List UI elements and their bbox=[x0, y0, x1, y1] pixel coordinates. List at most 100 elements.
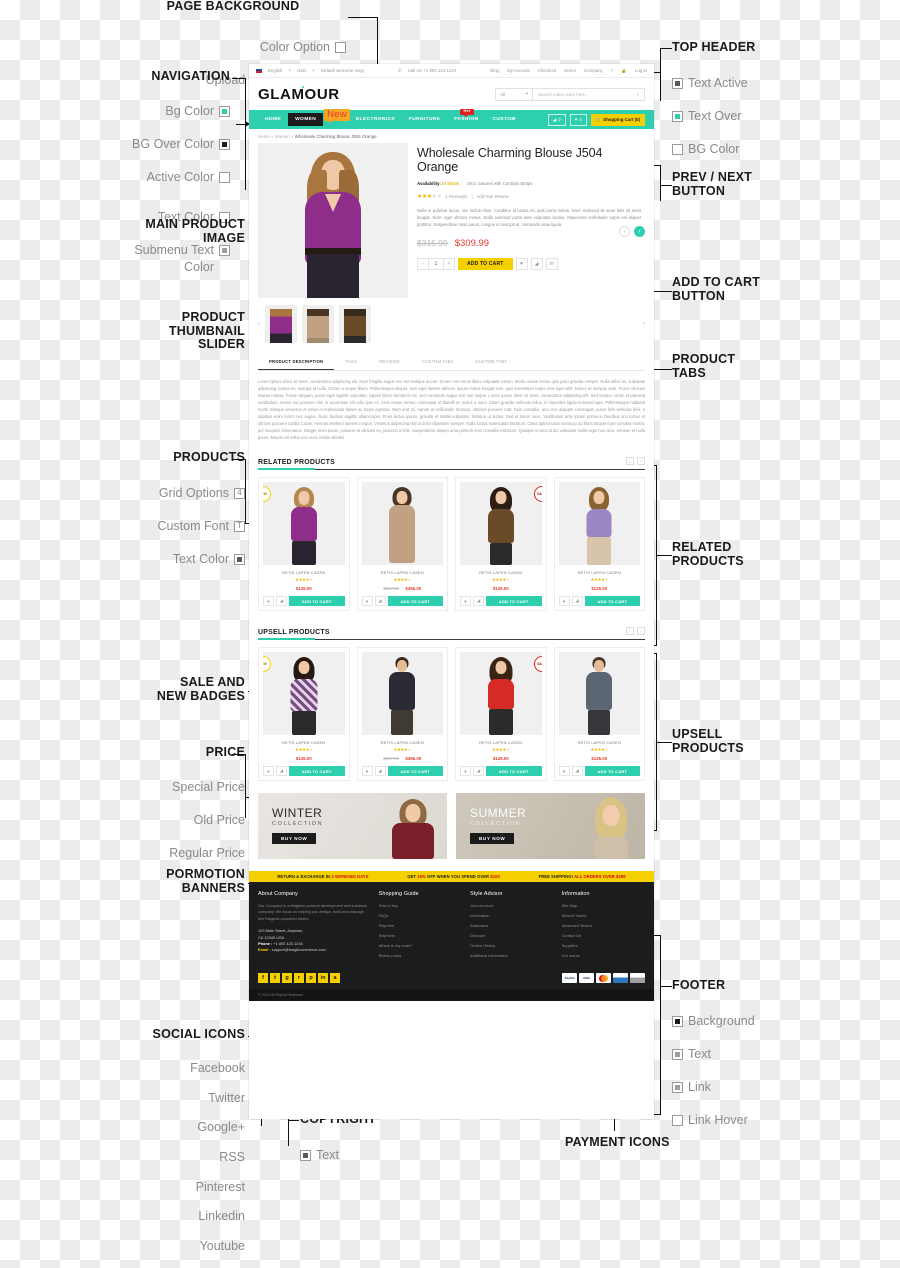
product-card[interactable]: SALE RETIS LAPEN CASEN ★★★★★ $125.00 ♥ ◢… bbox=[455, 647, 547, 781]
footer-link[interactable]: Return policy bbox=[379, 953, 462, 958]
product-card-name[interactable]: RETIS LAPEN CASEN bbox=[362, 740, 444, 745]
thumb-prev-icon[interactable]: ‹ bbox=[258, 321, 260, 327]
tab-custom-tab2[interactable]: CUSTOM TAB2 bbox=[464, 354, 518, 370]
product-card[interactable]: RETIS LAPEN CASEN ★★★★★ $125.00 ♥ ◢ ADD … bbox=[553, 647, 645, 781]
wishlist-icon[interactable]: ♥ bbox=[515, 257, 528, 270]
add-to-cart-button[interactable]: ADD TO CART bbox=[289, 596, 345, 606]
add-review-link[interactable]: Add Your Review bbox=[477, 194, 509, 199]
wishlist-icon[interactable]: ♥ bbox=[361, 596, 373, 606]
product-card[interactable]: NEW RETIS LAPEN CASEN ★★★★★ $125.00 ♥ ◢ … bbox=[258, 477, 350, 611]
related-next-button[interactable]: › bbox=[637, 457, 645, 465]
product-card[interactable]: SALE RETIS LAPEN CASEN ★★★★★ $125.00 ♥ ◢… bbox=[455, 477, 547, 611]
product-thumbnail[interactable] bbox=[265, 305, 297, 343]
qty-decrease-icon[interactable]: − bbox=[418, 261, 428, 267]
wishlist-icon[interactable]: ♥ bbox=[460, 766, 471, 776]
product-card-name[interactable]: RETIS LAPEN CASEN bbox=[362, 570, 444, 575]
wishlist-icon[interactable]: ♥ bbox=[263, 766, 274, 776]
color-swatch-icon[interactable] bbox=[234, 553, 245, 565]
top-link-company[interactable]: Company bbox=[584, 68, 603, 73]
nav-item-furniture[interactable]: FURNITURE bbox=[402, 117, 447, 122]
qty-value[interactable]: 1 bbox=[428, 258, 444, 269]
thumb-next-icon[interactable]: › bbox=[643, 321, 645, 327]
add-to-cart-button[interactable]: ADD TO CART bbox=[458, 257, 513, 270]
nav-item-electronics[interactable]: ELECTRONICS bbox=[349, 117, 402, 122]
footer-link[interactable]: Payment bbox=[379, 923, 462, 928]
footer-link[interactable]: FAQs bbox=[379, 913, 462, 918]
add-to-cart-button[interactable]: ADD TO CART bbox=[486, 766, 542, 776]
product-card[interactable]: RETIS LAPEN CASEN ★★★★★ $567.00 $456.00 … bbox=[356, 477, 448, 611]
add-to-cart-button[interactable]: ADD TO CART bbox=[289, 766, 345, 776]
add-to-cart-button[interactable]: ADD TO CART bbox=[486, 596, 542, 606]
search-icon[interactable]: ⌕ bbox=[637, 92, 639, 97]
language-selector[interactable]: English bbox=[268, 68, 282, 73]
compare-icon[interactable]: ◢ bbox=[374, 766, 386, 776]
qty-increase-icon[interactable]: + bbox=[444, 261, 454, 267]
add-to-cart-button[interactable]: ADD TO CART bbox=[584, 766, 640, 776]
footer-link[interactable]: Our stores bbox=[562, 953, 645, 958]
buy-now-button[interactable]: BUY NOW bbox=[470, 833, 515, 844]
footer-link[interactable]: Orders History bbox=[470, 943, 553, 948]
compare-icon[interactable]: ◢ bbox=[473, 766, 484, 776]
color-swatch-icon[interactable] bbox=[672, 1114, 683, 1126]
footer-link[interactable]: Site Map bbox=[562, 903, 645, 908]
breadcrumb-category[interactable]: Women bbox=[275, 134, 290, 139]
shopping-cart-button[interactable]: 🛒 Shopping Cart (5) bbox=[590, 113, 645, 126]
color-swatch-icon[interactable] bbox=[672, 1081, 683, 1093]
wishlist-icon[interactable]: ♥ bbox=[263, 596, 274, 606]
login-link[interactable]: Log In bbox=[635, 68, 647, 73]
product-thumbnail[interactable] bbox=[302, 305, 334, 343]
prev-product-button[interactable]: ‹ bbox=[619, 226, 630, 237]
main-product-image[interactable] bbox=[258, 143, 408, 298]
compare-icon[interactable]: ◢ bbox=[530, 257, 543, 270]
footer-link[interactable]: Where is my order? bbox=[379, 943, 462, 948]
nav-item-fashion[interactable]: Hot FASHION bbox=[447, 109, 485, 122]
wishlist-icon[interactable]: ♥ bbox=[460, 596, 471, 606]
facebook-icon[interactable]: f bbox=[258, 973, 268, 983]
compare-button[interactable]: ◢ 0 bbox=[547, 113, 566, 126]
add-to-cart-button[interactable]: ADD TO CART bbox=[387, 766, 443, 776]
top-link-demo[interactable]: Demo bbox=[564, 68, 576, 73]
upsell-next-button[interactable]: › bbox=[637, 627, 645, 635]
color-swatch-icon[interactable] bbox=[219, 245, 230, 256]
color-swatch-icon[interactable] bbox=[672, 1015, 683, 1027]
add-to-cart-button[interactable]: ADD TO CART bbox=[584, 596, 640, 606]
tab-reviews[interactable]: REVIEWS bbox=[368, 354, 411, 370]
buy-now-button[interactable]: BUY NOW bbox=[272, 833, 317, 844]
site-logo[interactable]: GLAMOUR bbox=[258, 85, 340, 103]
currency-selector[interactable]: USD bbox=[297, 68, 306, 73]
footer-link[interactable]: Information bbox=[470, 913, 553, 918]
color-swatch-icon[interactable] bbox=[672, 77, 683, 89]
top-link-my-account[interactable]: My Account bbox=[507, 68, 530, 73]
review-count[interactable]: 1 Review(s) bbox=[445, 194, 467, 199]
product-card[interactable]: RETIS LAPEN CASEN ★★★★★ $125.00 ♥ ◢ ADD … bbox=[553, 477, 645, 611]
footer-link[interactable]: Additional Information bbox=[470, 953, 553, 958]
tab-tags[interactable]: TAGS bbox=[334, 354, 368, 370]
rss-icon[interactable]: r bbox=[294, 973, 304, 983]
twitter-icon[interactable]: t bbox=[270, 973, 280, 983]
footer-link[interactable]: How to buy bbox=[379, 903, 462, 908]
product-thumbnail[interactable] bbox=[339, 305, 371, 343]
add-to-cart-button[interactable]: ADD TO CART bbox=[387, 596, 443, 606]
footer-link[interactable]: Suppliers bbox=[562, 943, 645, 948]
color-swatch-icon[interactable] bbox=[219, 171, 230, 183]
top-link-checkout[interactable]: Checkout bbox=[538, 68, 557, 73]
next-product-button[interactable]: › bbox=[634, 226, 645, 237]
promotion-banner-winter[interactable]: WINTER COLLECTION BUY NOW bbox=[258, 793, 447, 859]
footer-link[interactable]: Contact Us bbox=[562, 933, 645, 938]
top-link-blog[interactable]: Blog bbox=[490, 68, 499, 73]
footer-link[interactable]: Your Account bbox=[470, 903, 553, 908]
product-card-name[interactable]: RETIS LAPEN CASEN bbox=[263, 740, 345, 745]
nav-item-men[interactable]: New MEN bbox=[323, 109, 351, 122]
nav-item-custom[interactable]: CUSTOM bbox=[486, 117, 523, 122]
grid-options-icon[interactable]: 4 bbox=[234, 487, 245, 499]
linkedin-icon[interactable]: in bbox=[318, 973, 328, 983]
compare-icon[interactable]: ◢ bbox=[571, 596, 583, 606]
compare-icon[interactable]: ◢ bbox=[276, 596, 287, 606]
color-swatch-icon[interactable] bbox=[672, 110, 683, 122]
color-swatch-icon[interactable] bbox=[219, 138, 230, 150]
footer-link[interactable]: Discount bbox=[470, 933, 553, 938]
color-swatch-icon[interactable] bbox=[335, 41, 346, 53]
footer-link[interactable]: Shipment bbox=[379, 933, 462, 938]
wishlist-button[interactable]: ♥ 0 bbox=[569, 113, 587, 126]
product-card-name[interactable]: RETIS LAPEN CASEN bbox=[460, 570, 542, 575]
